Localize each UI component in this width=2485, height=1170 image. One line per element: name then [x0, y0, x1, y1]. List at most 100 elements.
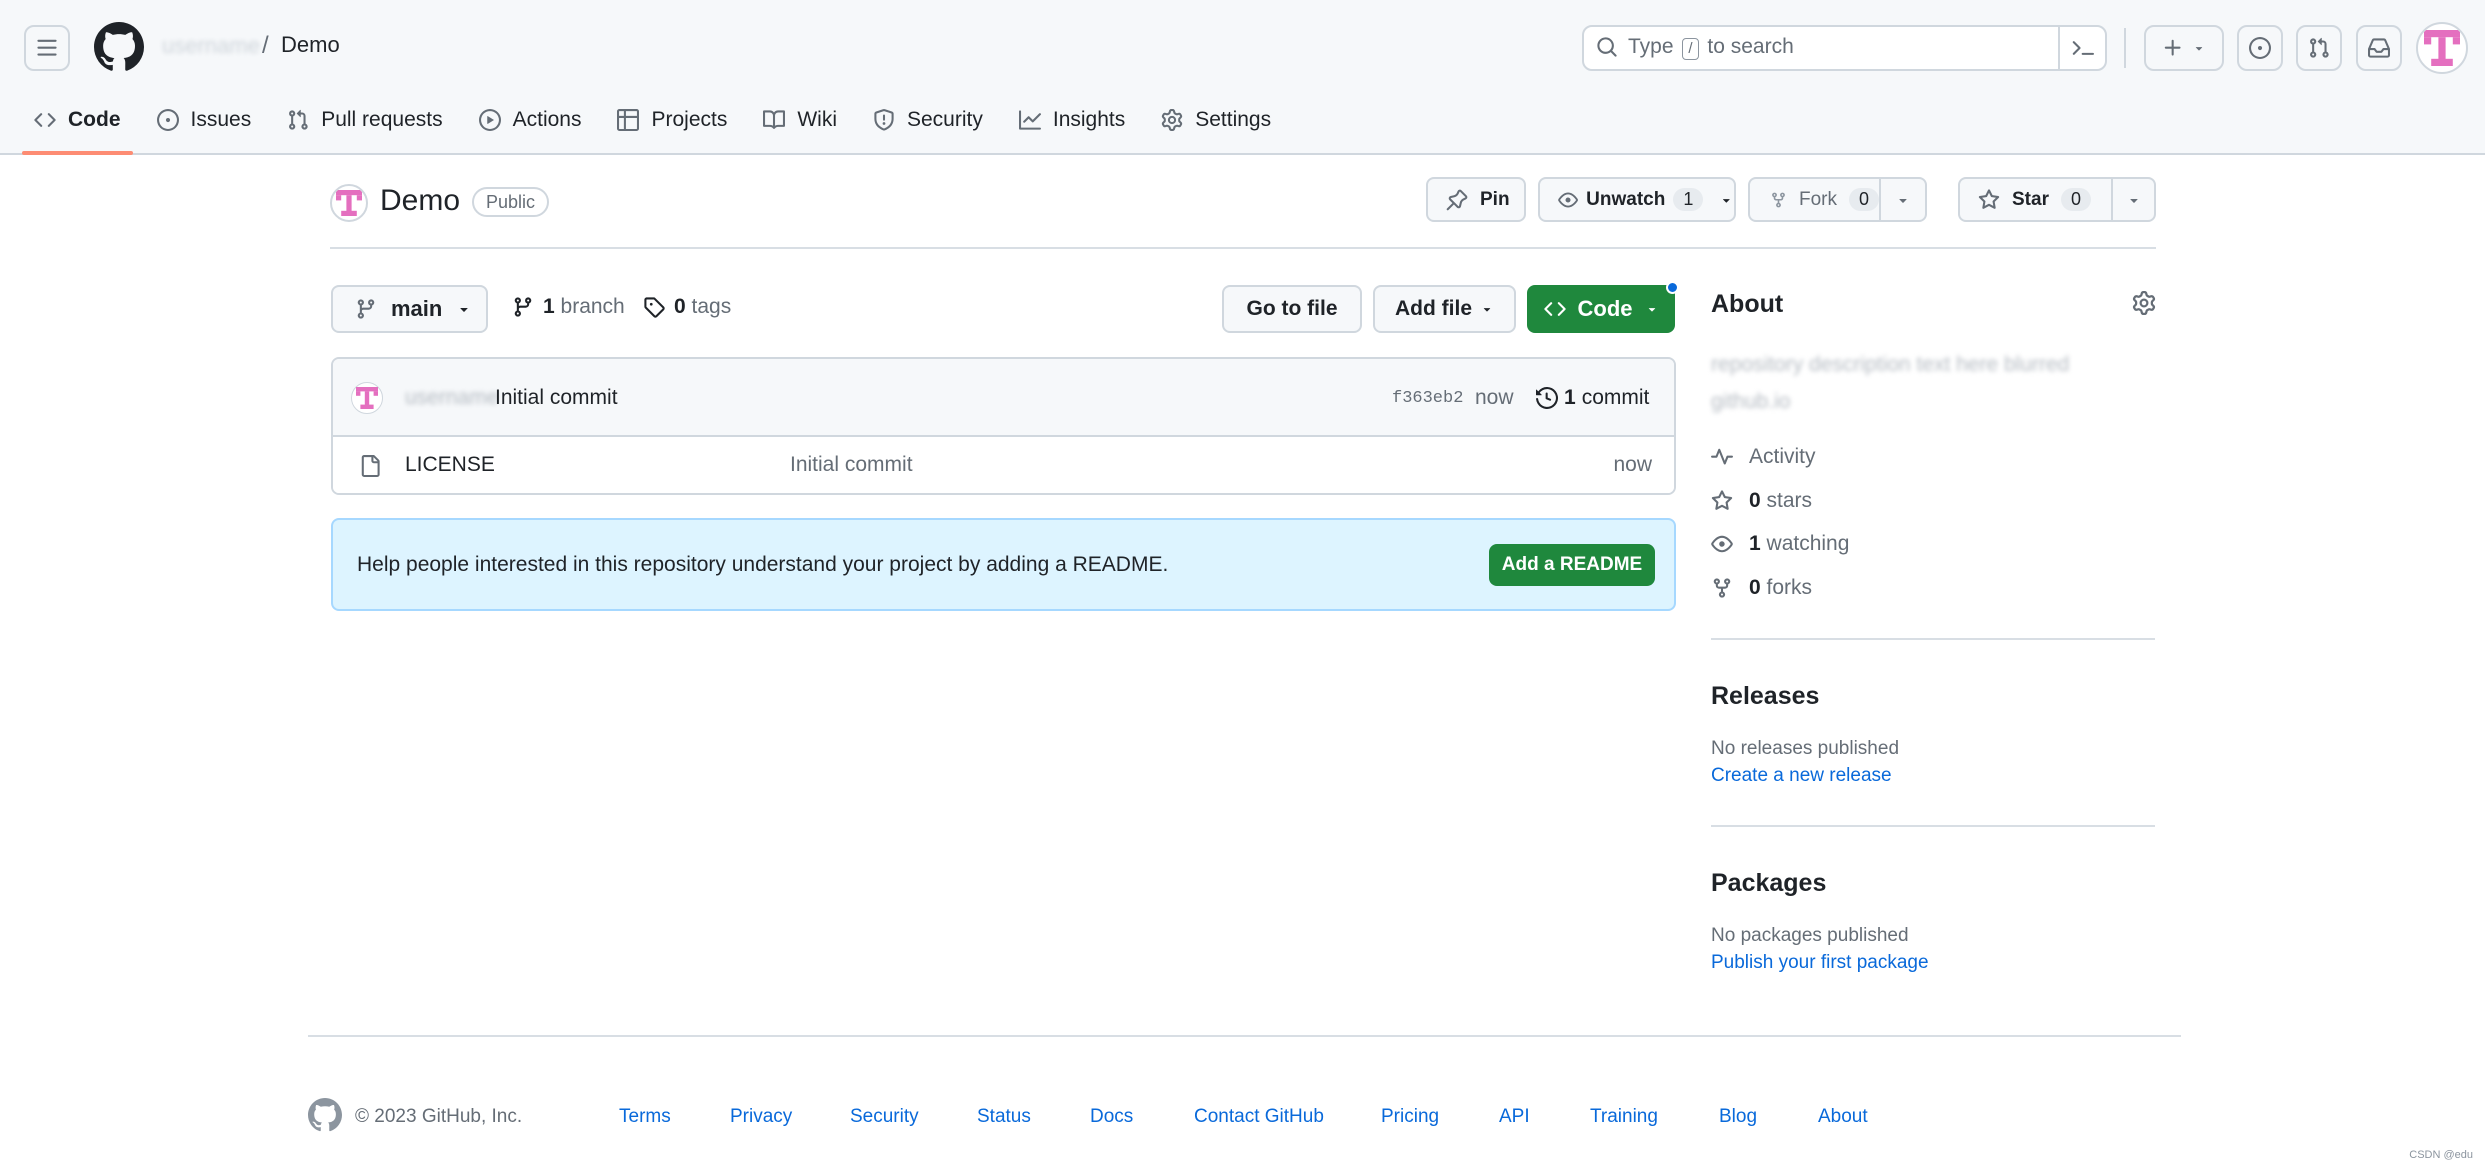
footer-link-blog[interactable]: Blog — [1719, 1106, 1757, 1128]
footer-link-training[interactable]: Training — [1590, 1106, 1658, 1128]
commit-author[interactable]: username — [405, 386, 498, 410]
pull-requests-button[interactable] — [2296, 25, 2342, 71]
shield-icon — [874, 109, 894, 131]
github-logo-icon[interactable] — [94, 22, 144, 72]
commits-history-link[interactable]: 1 commit — [1536, 386, 1649, 410]
fork-button[interactable]: Fork 0 — [1748, 177, 1881, 222]
fork-dropdown-button[interactable] — [1879, 177, 1927, 222]
activity-link[interactable]: Activity — [1711, 445, 1816, 469]
footer-link-contact[interactable]: Contact GitHub — [1194, 1106, 1324, 1128]
notification-dot — [1666, 281, 1679, 294]
caret-down-icon — [1723, 198, 1731, 203]
pin-label: Pin — [1480, 188, 1510, 210]
github-mark-icon[interactable] — [308, 1098, 342, 1132]
forks-label: forks — [1766, 576, 1813, 599]
command-palette-button[interactable] — [2058, 25, 2106, 71]
footer-link-terms[interactable]: Terms — [619, 1106, 671, 1128]
caret-down-icon — [1899, 198, 1907, 203]
identicon-icon — [2424, 30, 2460, 66]
tab-insights[interactable]: Insights — [1007, 98, 1137, 142]
branches-link[interactable]: 1 branch — [512, 295, 625, 319]
stars-link[interactable]: 0 stars — [1711, 489, 1812, 513]
tab-actions[interactable]: Actions — [467, 98, 594, 142]
readme-banner: Help people interested in this repositor… — [331, 518, 1676, 611]
tab-settings[interactable]: Settings — [1149, 98, 1283, 142]
tab-security[interactable]: Security — [861, 98, 995, 142]
unwatch-button[interactable]: Unwatch 1 — [1538, 177, 1736, 222]
commit-sha-link[interactable]: f363eb2 — [1392, 389, 1463, 408]
owner-link[interactable]: username — [162, 33, 260, 59]
tab-label: Insights — [1052, 108, 1126, 131]
footer-link-docs[interactable]: Docs — [1090, 1106, 1133, 1128]
go-to-file-button[interactable]: Go to file — [1222, 285, 1362, 333]
tag-count: 0 — [674, 295, 686, 318]
readme-banner-text: Help people interested in this repositor… — [357, 553, 1169, 576]
code-dropdown-button[interactable]: Code — [1527, 285, 1675, 333]
gear-icon[interactable] — [2132, 291, 2156, 315]
forks-link[interactable]: 0 forks — [1711, 576, 1812, 600]
tab-issues[interactable]: Issues — [145, 98, 264, 142]
publish-package-link[interactable]: Publish your first package — [1711, 952, 1929, 974]
header-divider — [2124, 28, 2126, 68]
visibility-badge: Public — [472, 187, 550, 217]
stars-label: stars — [1766, 489, 1813, 512]
commit-message-link[interactable]: Initial commit — [495, 386, 618, 410]
tab-label: Security — [907, 108, 983, 131]
footer-link-security[interactable]: Security — [850, 1106, 919, 1128]
tab-wiki[interactable]: Wiki — [751, 98, 849, 142]
branch-count-label: branch — [560, 295, 625, 318]
watching-link[interactable]: 1 watching — [1711, 532, 1849, 556]
file-row[interactable]: LICENSE Initial commit now — [333, 437, 1674, 493]
inbox-button[interactable] — [2356, 25, 2402, 71]
hamburger-icon — [37, 39, 57, 56]
search-placeholder: Type / to search — [1628, 35, 1794, 60]
file-commit-message[interactable]: Initial commit — [790, 453, 913, 477]
packages-heading[interactable]: Packages — [1711, 869, 1826, 898]
repo-breadcrumb-link[interactable]: Demo — [281, 32, 340, 58]
footer-copyright: © 2023 GitHub, Inc. — [355, 1106, 523, 1127]
menu-button[interactable] — [24, 25, 70, 71]
create-release-link[interactable]: Create a new release — [1711, 765, 1892, 787]
tag-count-label: tags — [691, 295, 732, 318]
about-website-link[interactable]: github.io — [1711, 390, 1801, 414]
unwatch-label: Unwatch — [1586, 188, 1666, 210]
branch-select-button[interactable]: main — [331, 285, 488, 333]
sidebar-divider — [1711, 638, 2155, 640]
file-listing: username Initial commit f363eb2 now 1 co… — [331, 357, 1676, 495]
repo-title[interactable]: Demo — [380, 184, 460, 218]
repo-owner-avatar[interactable] — [330, 184, 368, 222]
footer-link-status[interactable]: Status — [977, 1106, 1031, 1128]
file-commit-time: now — [1613, 453, 1652, 476]
fork-icon — [1772, 192, 1785, 207]
git-branch-icon — [357, 299, 375, 319]
tab-pull-requests[interactable]: Pull requests — [275, 98, 454, 142]
star-count: 0 — [2060, 188, 2091, 211]
footer-link-about[interactable]: About — [1818, 1106, 1868, 1128]
footer-link-pricing[interactable]: Pricing — [1381, 1106, 1439, 1128]
tab-code[interactable]: Code — [22, 98, 133, 155]
star-label: Star — [2012, 188, 2049, 210]
add-readme-button[interactable]: Add a README — [1489, 544, 1655, 586]
issues-button[interactable] — [2237, 25, 2283, 71]
fork-count: 0 — [1848, 188, 1879, 211]
star-dropdown-button[interactable] — [2111, 177, 2156, 222]
releases-empty-text: No releases published — [1711, 738, 1900, 759]
terminal-icon — [2072, 41, 2094, 55]
tab-label: Settings — [1195, 108, 1272, 131]
star-icon — [1978, 188, 2000, 209]
star-button[interactable]: Star 0 — [1958, 177, 2113, 222]
graph-icon — [1018, 110, 1041, 130]
commit-author-avatar[interactable] — [351, 382, 383, 414]
footer-link-api[interactable]: API — [1499, 1106, 1530, 1128]
add-file-button[interactable]: Add file — [1373, 285, 1516, 333]
releases-heading[interactable]: Releases — [1711, 682, 1819, 711]
file-name-link[interactable]: LICENSE — [405, 453, 495, 477]
pin-icon — [1446, 189, 1468, 210]
footer-link-privacy[interactable]: Privacy — [730, 1106, 792, 1128]
tags-link[interactable]: 0 tags — [643, 295, 731, 319]
pin-button[interactable]: Pin — [1426, 177, 1526, 222]
caret-down-icon — [2129, 198, 2138, 203]
user-avatar[interactable] — [2416, 22, 2468, 74]
create-new-button[interactable] — [2144, 25, 2224, 71]
tab-projects[interactable]: Projects — [605, 98, 739, 142]
